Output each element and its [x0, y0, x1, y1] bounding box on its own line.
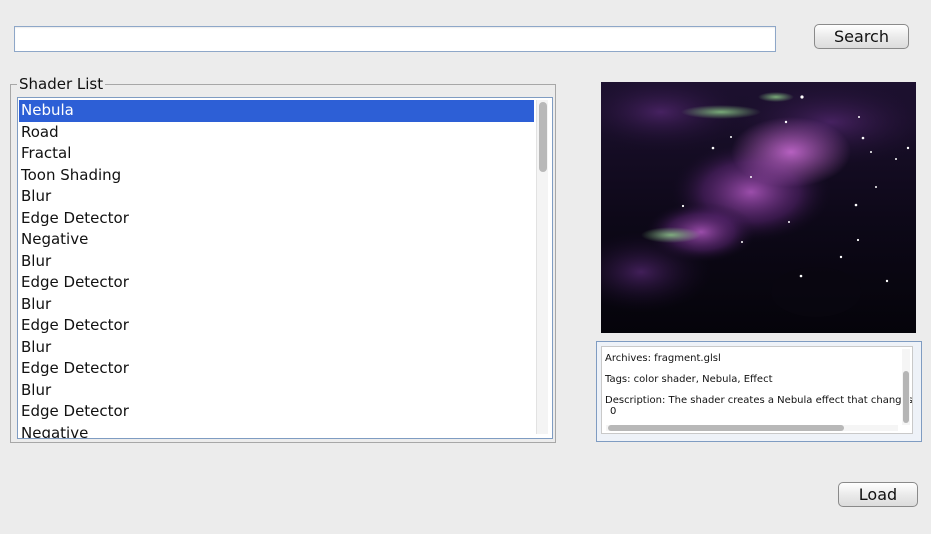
shader-list-item[interactable]: Edge Detector [19, 208, 534, 230]
info-description: Description: The shader creates a Nebula… [605, 395, 913, 406]
shader-list-scrollbar[interactable] [536, 100, 548, 434]
search-input[interactable] [14, 26, 776, 52]
shader-list-item[interactable]: Negative [19, 423, 534, 439]
shader-list-item[interactable]: Fractal [19, 143, 534, 165]
shader-list-item[interactable]: Blur [19, 380, 534, 402]
nebula-preview-graphic [601, 82, 916, 333]
shader-list-title: Shader List [17, 75, 106, 93]
info-horizontal-scrollbar-thumb[interactable] [608, 425, 844, 431]
shader-list-item[interactable]: Blur [19, 251, 534, 273]
info-vertical-scrollbar[interactable] [902, 349, 910, 425]
shader-list-item[interactable]: Nebula [19, 100, 534, 122]
info-archives: Archives: fragment.glsl [605, 353, 721, 364]
info-horizontal-scrollbar[interactable] [606, 425, 898, 431]
shader-list-item[interactable]: Edge Detector [19, 272, 534, 294]
shader-list-items: Nebula Road Fractal Toon Shading Blur Edge De… [19, 100, 534, 439]
shader-info-text-area[interactable]: Archives: fragment.glsl Tags: color shad… [601, 346, 913, 434]
shader-list-group: Shader List Nebula Road Fractal Toon Shadin… [10, 75, 556, 443]
shader-list[interactable]: Nebula Road Fractal Toon Shading Blur Edge De… [17, 97, 553, 439]
info-tags: Tags: color shader, Nebula, Effect [605, 374, 773, 385]
info-description-continued: 0 [610, 406, 617, 417]
shader-list-item[interactable]: Toon Shading [19, 165, 534, 187]
shader-list-item[interactable]: Edge Detector [19, 358, 534, 380]
shader-list-item[interactable]: Road [19, 122, 534, 144]
shader-preview-image [601, 82, 916, 333]
shader-list-scrollbar-thumb[interactable] [539, 102, 547, 172]
shader-list-item[interactable]: Blur [19, 294, 534, 316]
shader-info-panel: Archives: fragment.glsl Tags: color shad… [596, 341, 922, 442]
shader-list-item[interactable]: Blur [19, 337, 534, 359]
search-button[interactable]: Search [814, 24, 909, 49]
shader-list-item[interactable]: Negative [19, 229, 534, 251]
info-vertical-scrollbar-thumb[interactable] [903, 371, 909, 423]
shader-list-item[interactable]: Edge Detector [19, 315, 534, 337]
shader-list-item[interactable]: Blur [19, 186, 534, 208]
shader-list-item[interactable]: Edge Detector [19, 401, 534, 423]
load-button[interactable]: Load [838, 482, 918, 507]
